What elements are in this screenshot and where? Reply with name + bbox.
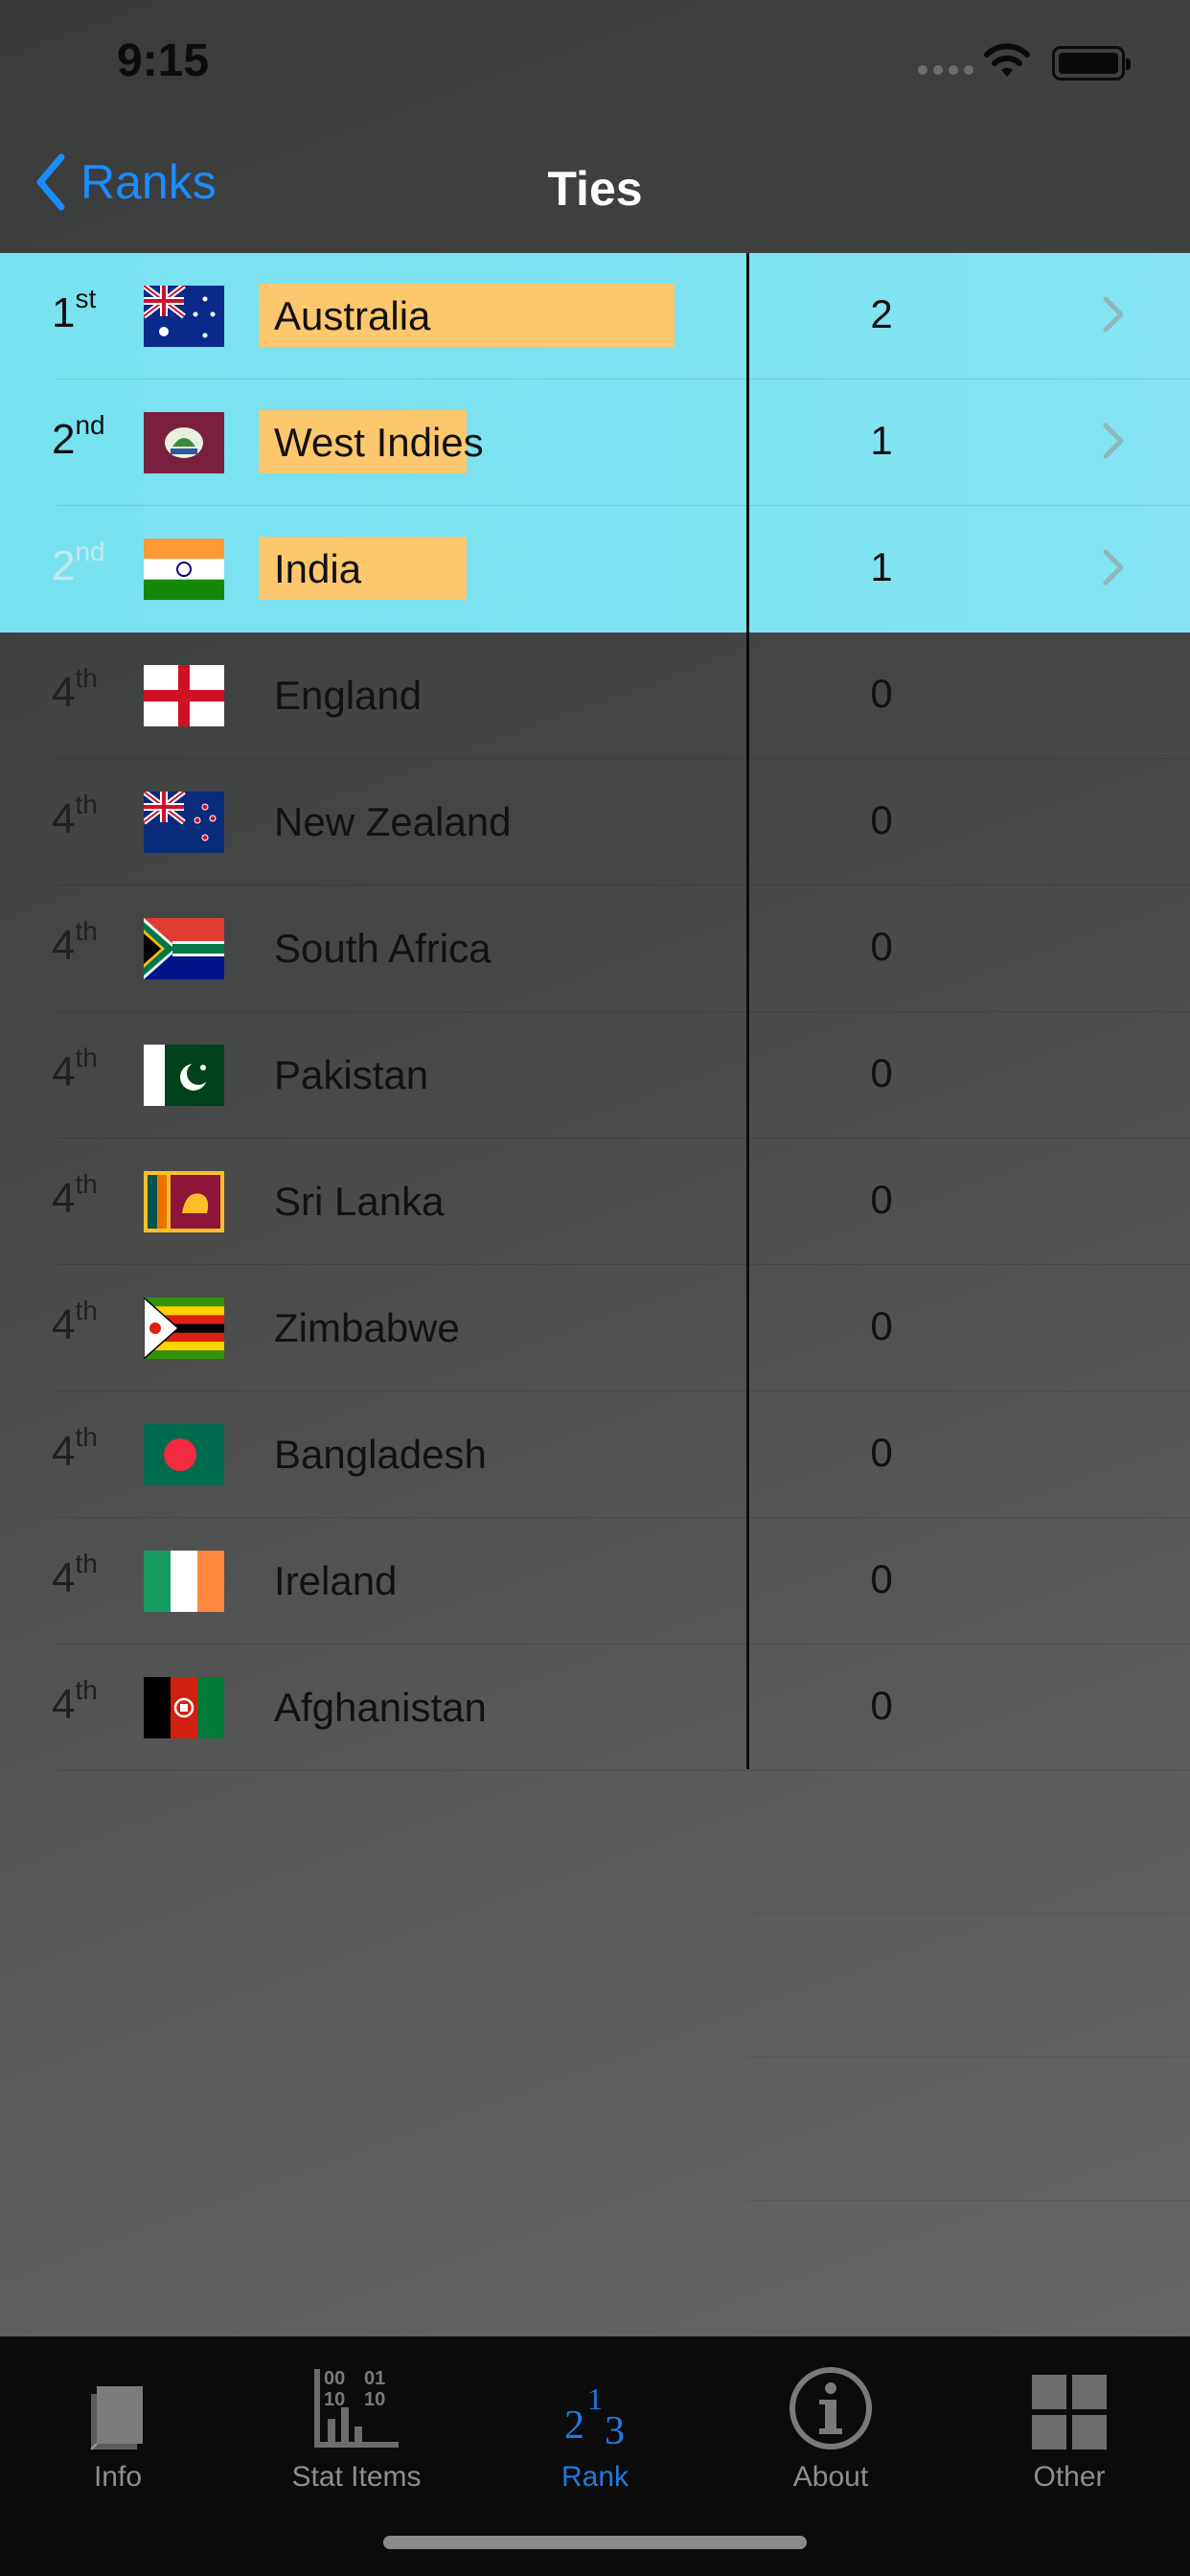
- new-zealand-flag-icon: [144, 792, 224, 853]
- country-name: Afghanistan: [274, 1685, 487, 1730]
- table-row[interactable]: 4th Sri Lanka 0: [0, 1138, 1190, 1265]
- country-name: Bangladesh: [274, 1432, 487, 1477]
- tie-count: 0: [870, 1050, 893, 1095]
- country-name: Pakistan: [274, 1052, 429, 1097]
- grid-icon: [1032, 2375, 1107, 2450]
- wifi-icon: [984, 43, 1030, 77]
- rank-label: 4th: [52, 1675, 98, 1729]
- cellular-signal-icon: [918, 65, 973, 75]
- country-name: West Indies: [274, 420, 484, 465]
- table-row[interactable]: 4th South Africa 0: [0, 886, 1190, 1012]
- table-row[interactable]: 4th Bangladesh 0: [0, 1392, 1190, 1518]
- rank-label: 2nd: [52, 537, 105, 590]
- tab-rank-label: Rank: [561, 2461, 629, 2493]
- status-bar: 9:15: [0, 0, 1190, 134]
- tie-count: 1: [870, 544, 893, 589]
- tab-info-label: Info: [93, 2461, 143, 2493]
- south-africa-flag-icon: [144, 918, 224, 979]
- west-indies-flag-icon: [144, 412, 224, 473]
- table-row[interactable]: 4th Ireland 0: [0, 1518, 1190, 1644]
- table-row[interactable]: 4th Afghanistan 0: [0, 1644, 1190, 1771]
- chevron-right-icon: [1103, 549, 1124, 586]
- country-name: Australia: [274, 293, 431, 338]
- rank-label: 4th: [52, 1422, 98, 1476]
- sri-lanka-flag-icon: [144, 1171, 224, 1232]
- tab-other-label: Other: [1033, 2461, 1106, 2493]
- page-title: Ties: [547, 162, 643, 216]
- table-row[interactable]: 2nd West Indies 1: [0, 380, 1190, 506]
- rank-icon: 2 1 3: [564, 2381, 625, 2451]
- table-row[interactable]: 4th England 0: [0, 632, 1190, 759]
- country-name: New Zealand: [274, 799, 512, 844]
- svg-text:01: 01: [364, 2368, 385, 2389]
- svg-text:1: 1: [587, 2381, 603, 2416]
- rank-label: 2nd: [52, 410, 105, 464]
- country-name: Zimbabwe: [274, 1305, 460, 1350]
- bangladesh-flag-icon: [144, 1424, 224, 1485]
- tab-about[interactable]: About: [735, 2356, 927, 2494]
- tie-count: 1: [870, 418, 893, 463]
- rank-label: 4th: [52, 1169, 98, 1223]
- table-row[interactable]: 4th Pakistan 0: [0, 1012, 1190, 1138]
- book-icon: [90, 2386, 143, 2450]
- tie-count: 0: [870, 1430, 893, 1475]
- tie-count: 0: [870, 1177, 893, 1222]
- tie-count: 0: [870, 797, 893, 842]
- country-name: England: [274, 673, 423, 718]
- tab-other[interactable]: Other: [973, 2356, 1165, 2494]
- australia-flag-icon: [144, 286, 224, 347]
- rank-label: 1st: [52, 284, 97, 337]
- country-name: India: [274, 546, 362, 591]
- info-circle-icon: [790, 2367, 872, 2450]
- tab-about-label: About: [792, 2461, 869, 2493]
- tie-count: 0: [870, 924, 893, 969]
- svg-text:10: 10: [324, 2389, 345, 2410]
- tie-count: 0: [870, 1556, 893, 1601]
- rank-label: 4th: [52, 663, 98, 717]
- battery-icon: [1052, 46, 1131, 80]
- tab-rank[interactable]: 2 1 3 Rank: [499, 2356, 691, 2494]
- rank-label: 4th: [52, 1296, 98, 1349]
- tie-count: 0: [870, 1683, 893, 1728]
- afghanistan-flag-icon: [144, 1677, 224, 1738]
- country-name: Ireland: [274, 1558, 398, 1603]
- rank-label: 4th: [52, 1549, 98, 1602]
- rank-label: 4th: [52, 1043, 98, 1096]
- tab-stat-items[interactable]: 00 01 10 10 Stat Items: [261, 2356, 452, 2494]
- svg-text:00: 00: [324, 2368, 345, 2389]
- chevron-right-icon: [1103, 423, 1124, 459]
- table-row[interactable]: 4th New Zealand 0: [0, 759, 1190, 886]
- column-divider: [746, 253, 749, 1769]
- svg-text:2: 2: [564, 2404, 584, 2448]
- tab-info[interactable]: Info: [22, 2356, 214, 2494]
- india-flag-icon: [144, 539, 224, 600]
- chevron-right-icon: [1103, 296, 1124, 333]
- tie-count: 0: [870, 1303, 893, 1348]
- table-row[interactable]: 4th Zimbabwe 0: [0, 1265, 1190, 1392]
- rank-label: 4th: [52, 790, 98, 843]
- tie-count: 2: [870, 291, 893, 336]
- tie-count: 0: [870, 671, 893, 716]
- rank-label: 4th: [52, 916, 98, 970]
- home-indicator[interactable]: [383, 2536, 807, 2549]
- zimbabwe-flag-icon: [144, 1298, 224, 1359]
- england-flag-icon: [144, 665, 224, 726]
- pakistan-flag-icon: [144, 1045, 224, 1106]
- country-name: South Africa: [274, 926, 492, 971]
- svg-text:3: 3: [605, 2409, 625, 2451]
- country-name: Sri Lanka: [274, 1179, 445, 1224]
- table-row[interactable]: 2nd India 1: [0, 506, 1190, 632]
- ireland-flag-icon: [144, 1551, 224, 1612]
- table-row[interactable]: 1st Australia 2: [0, 253, 1190, 380]
- tab-stat-items-label: Stat Items: [291, 2461, 422, 2493]
- status-time: 9:15: [117, 35, 210, 86]
- rank-table: 1st Australia 2 2nd West Indies 1 2nd In…: [0, 253, 1190, 1771]
- svg-text:10: 10: [364, 2389, 385, 2410]
- stat-items-icon: 00 01 10 10: [314, 2368, 399, 2448]
